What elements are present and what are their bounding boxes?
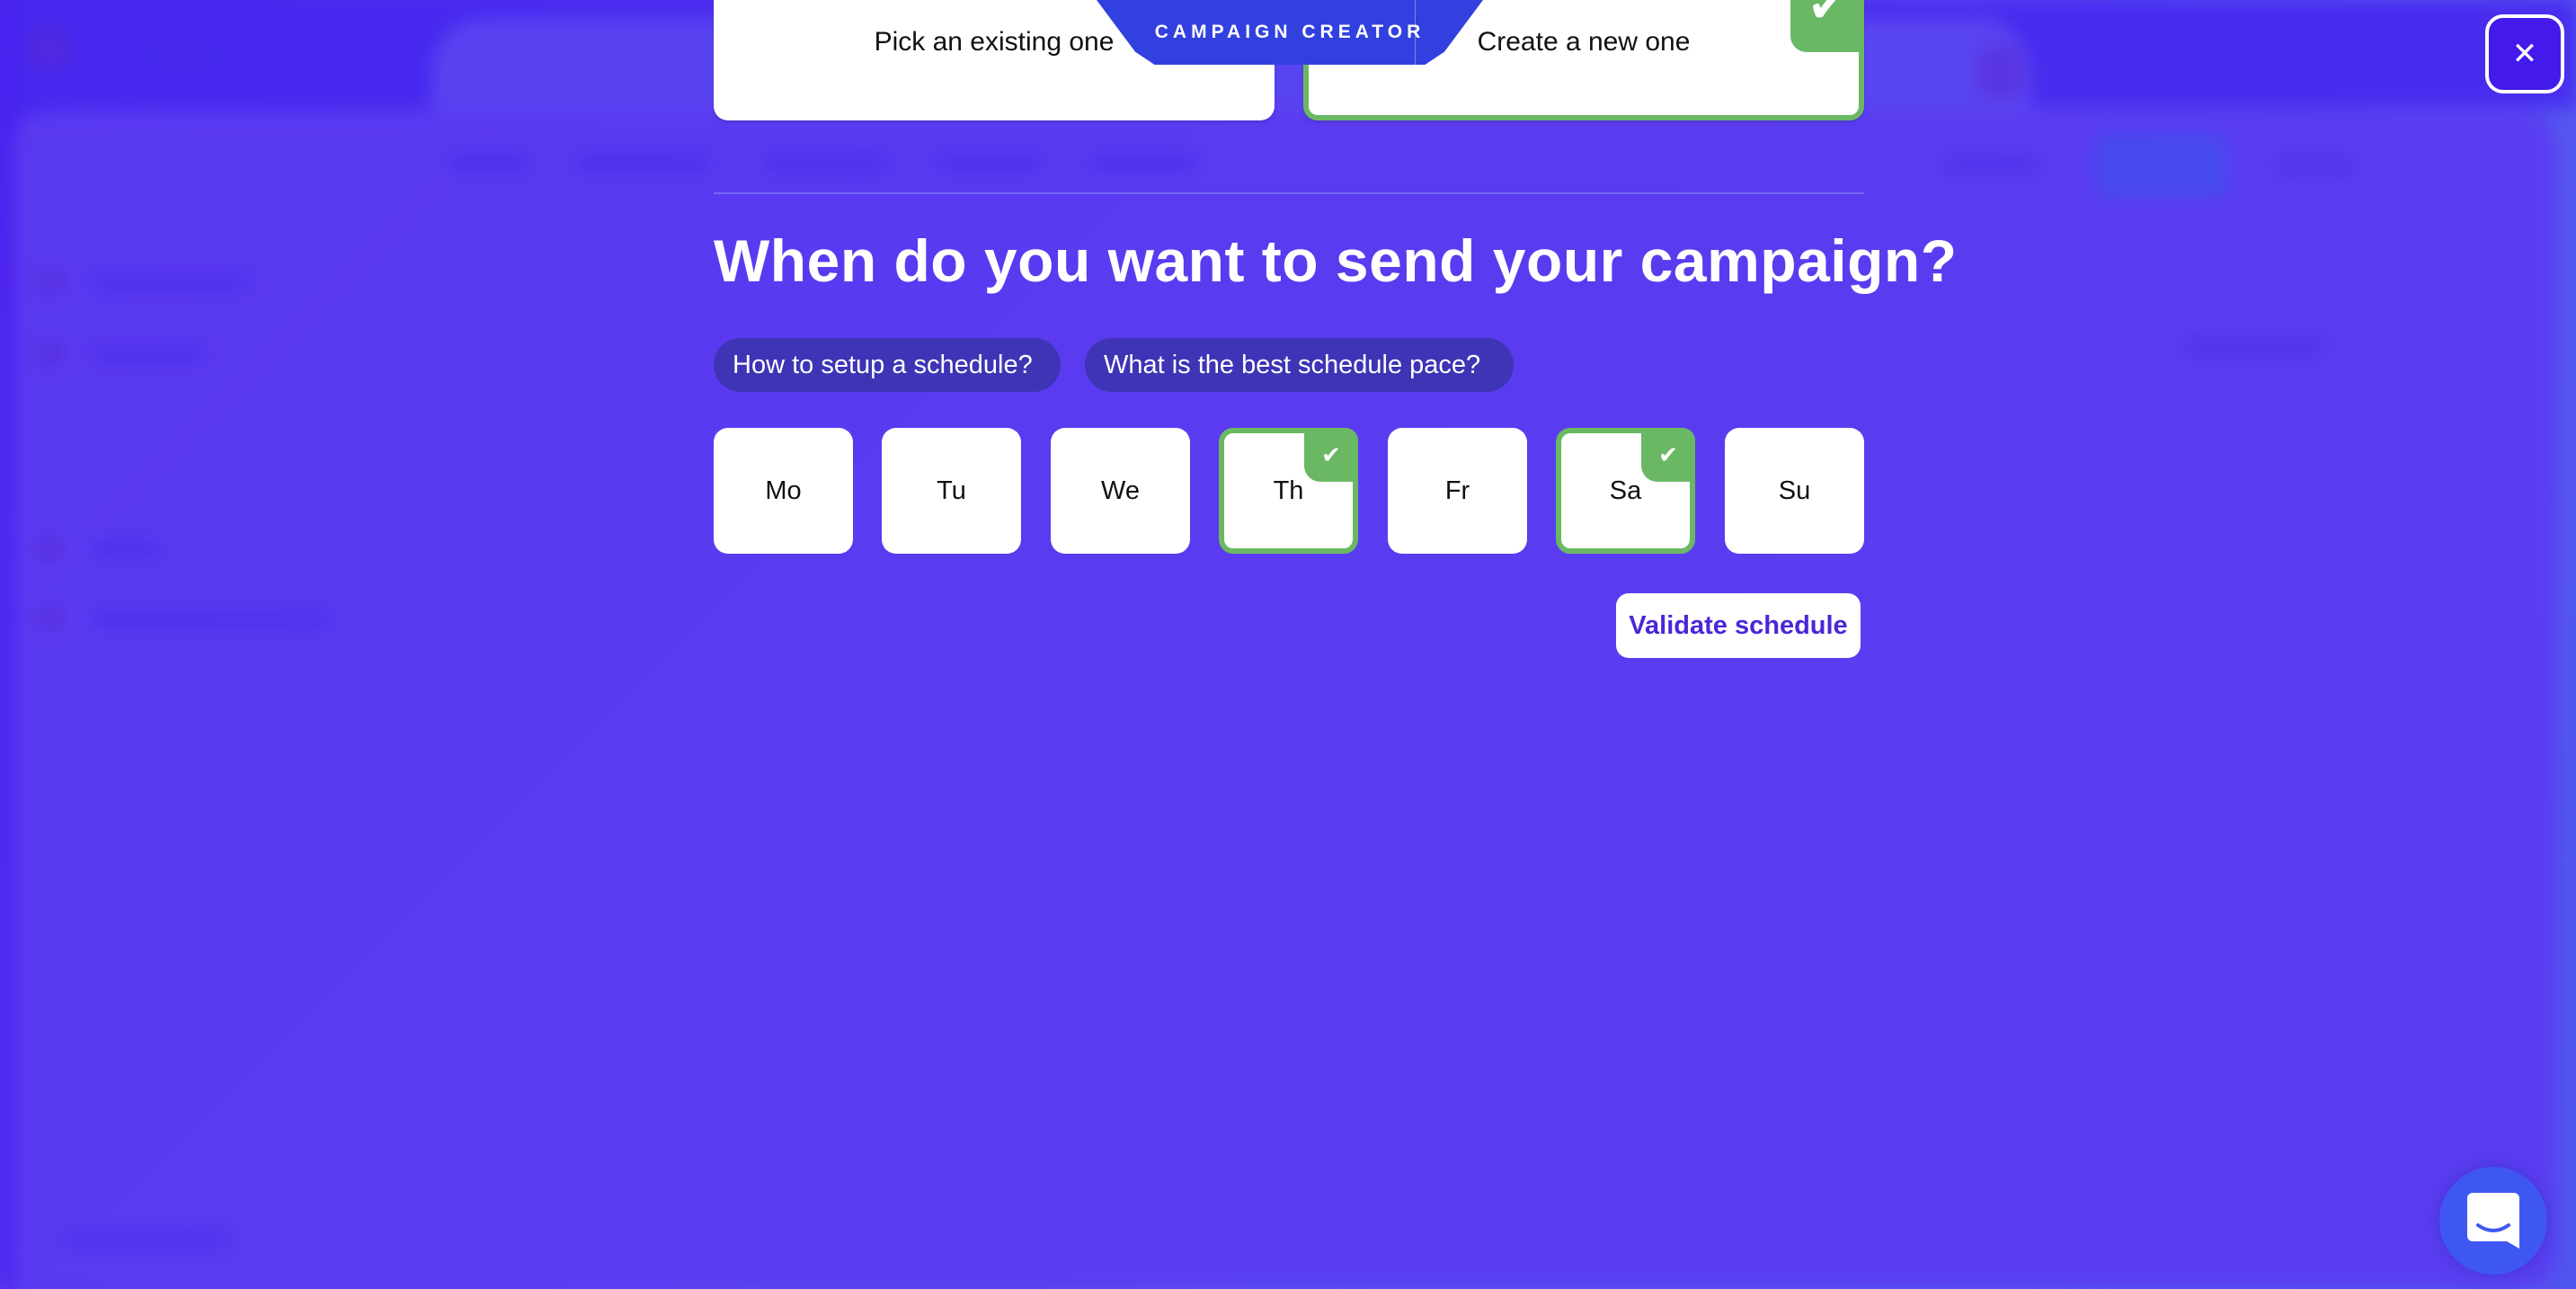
schedule-heading: When do you want to send your campaign? <box>714 227 1958 294</box>
validate-schedule-label: Validate schedule <box>1629 610 1848 640</box>
help-link-label: How to setup a schedule? <box>733 350 1033 379</box>
close-icon: ✕ <box>2511 37 2538 71</box>
close-modal-button[interactable]: ✕ <box>2485 14 2564 93</box>
selected-check-badge: ✔ <box>1641 428 1695 482</box>
check-icon: ✔ <box>1658 440 1678 468</box>
day-label: We <box>1101 476 1140 505</box>
day-label: Su <box>1778 476 1811 505</box>
day-toggle-tuesday[interactable]: Tu <box>882 428 1021 554</box>
campaign-creator-modal: CAMPAIGN CREATOR Pick an existing one Cr… <box>0 0 2576 1289</box>
day-label: Th <box>1273 476 1304 505</box>
day-label: Fr <box>1444 476 1470 505</box>
chat-widget-button[interactable] <box>2439 1167 2547 1275</box>
day-toggle-wednesday[interactable]: We <box>1051 428 1190 554</box>
help-link-setup-schedule[interactable]: How to setup a schedule? <box>714 338 1061 392</box>
day-label: Mo <box>765 476 802 505</box>
section-divider <box>714 192 1864 194</box>
help-link-label: What is the best schedule pace? <box>1104 350 1481 379</box>
help-link-schedule-pace[interactable]: What is the best schedule pace? <box>1085 338 1514 392</box>
day-toggle-sunday[interactable]: Su <box>1725 428 1864 554</box>
chat-bubble-icon <box>2467 1193 2519 1249</box>
check-icon: ✔ <box>1808 0 1847 32</box>
selected-check-badge: ✔ <box>1304 428 1358 482</box>
day-toggle-thursday[interactable]: Th ✔ <box>1219 428 1358 554</box>
day-label: Tu <box>937 476 966 505</box>
check-icon: ✔ <box>1321 440 1341 468</box>
pick-existing-label: Pick an existing one <box>874 27 1115 57</box>
campaign-creator-title: CAMPAIGN CREATOR <box>1154 22 1426 42</box>
day-toggle-monday[interactable]: Mo <box>714 428 853 554</box>
selected-check-badge: ✔ <box>1790 0 1864 52</box>
create-new-label: Create a new one <box>1477 27 1691 57</box>
validate-schedule-button[interactable]: Validate schedule <box>1616 593 1861 658</box>
day-label: Sa <box>1609 476 1642 505</box>
day-toggle-saturday[interactable]: Sa ✔ <box>1556 428 1695 554</box>
day-toggle-friday[interactable]: Fr <box>1388 428 1527 554</box>
campaign-creator-tab: CAMPAIGN CREATOR <box>1097 0 1483 65</box>
